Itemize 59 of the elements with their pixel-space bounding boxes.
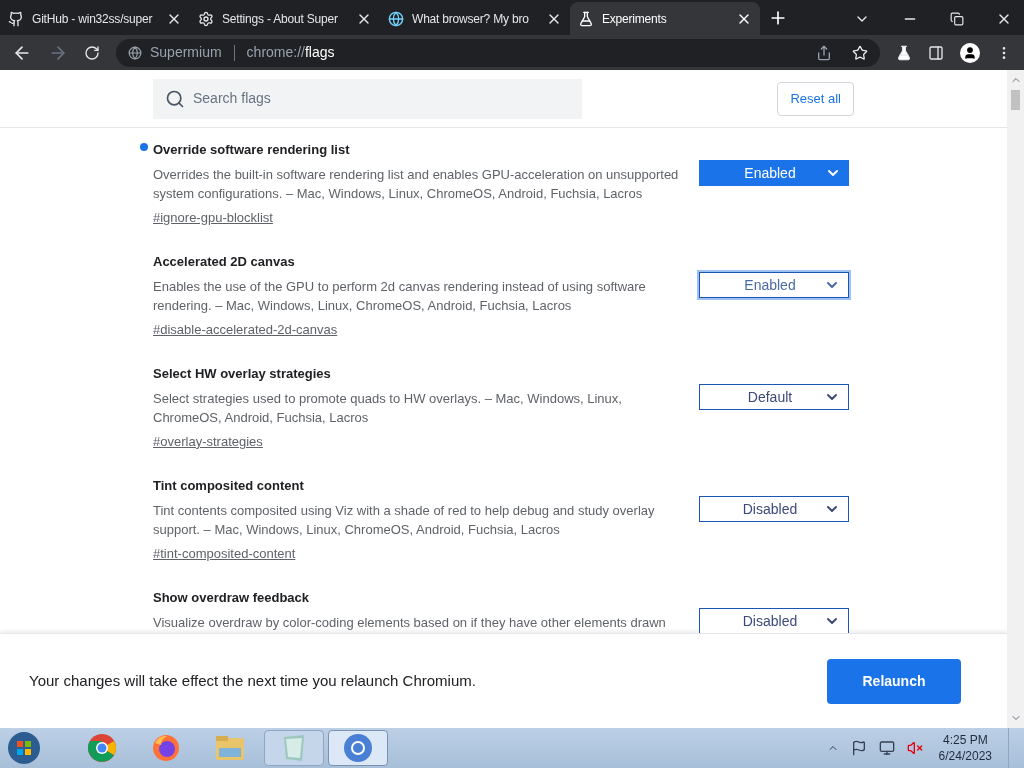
flag-dropdown[interactable]: Default — [699, 384, 849, 410]
chromium-icon — [343, 733, 373, 763]
relaunch-message: Your changes will take effect the next time you relaunch Chromium. — [29, 670, 476, 691]
flag-link[interactable]: #disable-accelerated-2d-canvas — [153, 319, 338, 339]
scrollbar[interactable] — [1007, 70, 1024, 728]
flag-description: Tint contents composited using Viz with a shade of red to help debug and study overlay support. – Mac, Windows, Linux, ChromeOS, Android, Fuchsia, Lacros — [153, 501, 656, 539]
browser-tab[interactable]: Settings - About Super — [190, 2, 380, 35]
url-text: chrome://flags — [246, 43, 335, 62]
profile-icon[interactable] — [960, 42, 980, 63]
flag-dropdown[interactable]: Enabled — [699, 160, 849, 186]
reset-all-button[interactable]: Reset all — [777, 81, 854, 116]
scrollbar-thumb[interactable] — [1011, 90, 1020, 110]
globe-icon — [128, 45, 142, 60]
tab-title: Experiments — [602, 10, 668, 28]
tab-title: What browser? My bro — [412, 10, 530, 28]
browser-tab[interactable]: What browser? My bro — [380, 2, 570, 35]
github-icon — [8, 10, 24, 27]
globe-icon — [388, 10, 404, 27]
settings-icon — [198, 10, 214, 27]
network-icon[interactable] — [878, 740, 895, 756]
clock[interactable]: 4:25 PM 6/24/2023 — [926, 732, 1004, 764]
reload-icon[interactable] — [84, 44, 100, 61]
flag-description: Enables the use of the GPU to perform 2d canvas rendering instead of using software rendering. – Mac, Windows, Linux, ChromeOS, Android, Fuchsia, Lacros — [153, 277, 647, 315]
flag-dropdown[interactable]: Disabled — [699, 608, 849, 633]
relaunch-button[interactable]: Relaunch — [827, 658, 961, 704]
side-panel-icon[interactable] — [928, 44, 944, 61]
flag-description: Overrides the built-in software rendering list and enables GPU-acceleration on unsupported system configurations. – Mac, Windows, Linux, ChromeOS, Android, Fuchsia, Lacros — [153, 165, 680, 203]
restore-icon[interactable] — [950, 11, 964, 26]
flag-description: Visualize overdraw by color-coding elements based on if they have other elements drawn — [153, 613, 667, 632]
flag-link[interactable]: #tint-composited-content — [153, 543, 296, 563]
star-icon[interactable] — [852, 44, 868, 61]
browser-tab[interactable]: Experiments — [570, 2, 760, 35]
taskbar-app[interactable] — [328, 730, 388, 766]
flask-icon — [578, 10, 594, 27]
chrome-icon — [87, 733, 117, 763]
flag-link[interactable]: #overlay-strategies — [153, 431, 263, 451]
folder-icon — [214, 734, 246, 762]
search-input[interactable]: Search flags — [193, 88, 570, 109]
flag-link[interactable]: #ignore-gpu-blocklist — [153, 207, 273, 227]
flag-title: Select HW overlay strategies — [153, 365, 332, 383]
flag-dropdown[interactable]: Enabled — [699, 272, 849, 298]
flag-dropdown[interactable]: Disabled — [699, 496, 849, 522]
flag-title: Override software rendering list — [153, 141, 351, 159]
firefox-icon — [151, 733, 181, 763]
flag-title: Tint composited content — [153, 477, 305, 495]
search-icon — [165, 88, 185, 109]
flag-description: Select strategies used to promote quads to HW overlays. – Mac, Windows, Linux, ChromeOS, Android, Fuchsia, Lacros — [153, 389, 623, 427]
flag-title: Accelerated 2D canvas — [153, 253, 296, 271]
browser-tab[interactable]: GitHub - win32ss/super — [0, 2, 190, 35]
search-field[interactable]: Search flags — [153, 78, 582, 119]
flask-icon[interactable] — [896, 44, 912, 61]
share-icon[interactable] — [816, 44, 832, 61]
flag-title: Show overdraw feedback — [153, 589, 311, 607]
speaker-muted-icon[interactable] — [906, 740, 923, 756]
tab-title: Settings - About Super — [222, 10, 339, 28]
tab-title: GitHub - win32ss/super — [32, 10, 154, 28]
flag-icon[interactable] — [850, 740, 867, 756]
site-name: Supermium — [150, 43, 222, 62]
address-bar[interactable]: Supermium chrome://flags — [116, 38, 880, 67]
